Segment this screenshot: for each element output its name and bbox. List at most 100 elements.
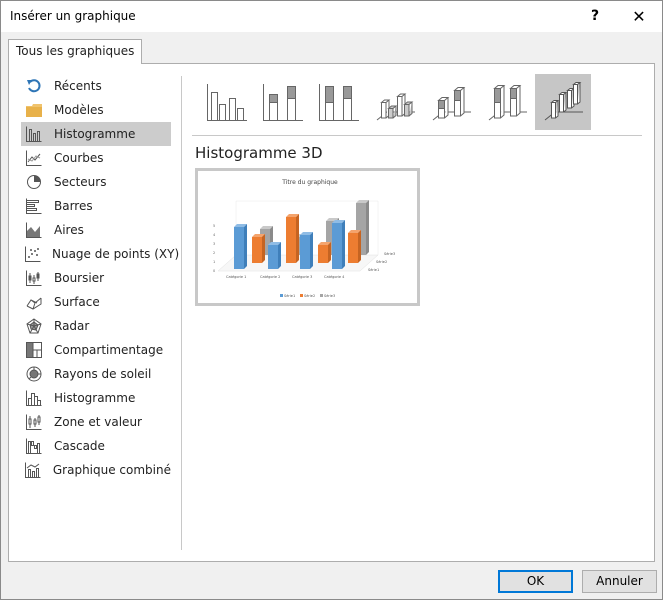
sunburst-chart-icon [25,365,43,383]
axis-tick: 5 [213,224,215,228]
title-bar: Insérer un graphique ? ✕ [1,1,662,32]
pie-chart-icon [25,173,43,191]
sidebar-item-label: Barres [54,199,93,213]
preview-title: Titre du graphique [281,179,338,186]
subtype-3d-column[interactable] [535,74,591,130]
help-button[interactable]: ? [573,1,617,32]
sidebar-item-label: Zone et valeur [54,415,142,429]
dialog-title: Insérer un graphique [10,9,136,23]
sidebar-item-waterfall[interactable]: Cascade [21,434,171,458]
area-chart-icon [25,221,43,239]
chart-panel: Récents Modèles Histogramme Courbes Sect… [8,63,655,562]
tab-all-charts[interactable]: Tous les graphiques [8,39,143,64]
legend-entry: Série1 [284,294,295,298]
line-chart-icon [25,149,43,167]
category-label: Catégorie 2 [260,275,280,279]
sidebar-item-label: Rayons de soleil [54,367,152,381]
100-stacked-column-icon [319,84,359,121]
scatter-chart-icon [25,245,41,263]
sidebar-item-label: Histogramme [54,391,136,405]
close-icon: ✕ [632,7,646,26]
sidebar-item-box-whisker[interactable]: Zone et valeur [21,410,171,434]
sidebar-item-recent[interactable]: Récents [21,74,171,98]
waterfall-chart-icon [25,437,43,455]
sidebar-item-label: Courbes [54,151,104,165]
stacked-column-icon [263,84,303,121]
preview-legend: Série1 Série2 Série3 [280,294,335,298]
sidebar-item-combo[interactable]: Graphique combiné [21,458,171,482]
cancel-button[interactable]: Annuler [582,570,657,593]
sidebar-item-label: Secteurs [54,175,107,189]
depth-axis-label: Série2 [376,260,387,264]
sidebar-item-area[interactable]: Aires [21,218,171,242]
subtype-stacked-column[interactable] [255,74,311,130]
subtype-100-stacked-column[interactable] [311,74,367,130]
sidebar-item-label: Boursier [54,271,105,285]
sidebar-item-label: Histogramme [54,127,136,141]
sidebar-item-label: Modèles [54,103,104,117]
chart-subtype-gallery [199,74,591,130]
sidebar-item-pie[interactable]: Secteurs [21,170,171,194]
help-icon: ? [590,8,600,24]
box-whisker-chart-icon [25,413,43,431]
3d-column-icon [544,82,583,121]
subtype-clustered-column[interactable] [199,74,255,130]
depth-axis-label: Série3 [384,252,395,256]
sidebar-item-label: Cascade [54,439,105,453]
sidebar-item-bar[interactable]: Barres [21,194,171,218]
depth-axis-label: Série1 [368,268,379,272]
sidebar-item-label: Surface [54,295,100,309]
treemap-chart-icon [25,341,43,359]
axis-tick: 3 [213,242,215,246]
sidebar-item-label: Aires [54,223,84,237]
category-label: Catégorie 1 [226,275,246,279]
panel-divider [181,76,182,550]
legend-entry: Série2 [304,294,315,298]
sidebar-item-label: Radar [54,319,90,333]
sidebar-item-label: Compartimentage [54,343,164,357]
clustered-column-icon [207,84,247,121]
column-chart-icon [25,125,43,143]
folder-icon [25,101,43,119]
sidebar-item-label: Récents [54,79,102,93]
sidebar-item-stock[interactable]: Boursier [21,266,171,290]
3d-stacked-column-icon [432,87,471,121]
sidebar-item-scatter[interactable]: Nuage de points (XY) [21,242,179,266]
sidebar-item-histogram[interactable]: Histogramme [21,386,171,410]
section-title: Histogramme 3D [195,144,323,162]
sidebar-item-label: Graphique combiné [52,463,171,477]
ok-button[interactable]: OK [498,570,573,593]
legend-entry: Série3 [324,294,335,298]
sidebar-item-sunburst[interactable]: Rayons de soleil [21,362,171,386]
sidebar-item-column[interactable]: Histogramme [21,122,171,146]
chart-preview[interactable]: Titre du graphique 0 1 2 3 4 5 Catégorie… [195,168,420,306]
category-label: Catégorie 3 [292,275,312,279]
gallery-separator [192,135,642,136]
stock-chart-icon [25,269,43,287]
axis-tick: 2 [213,251,215,255]
subtype-3d-100-stacked-column[interactable] [479,74,535,130]
chart-type-list: Récents Modèles Histogramme Courbes Sect… [21,74,179,482]
subtype-3d-stacked-column[interactable] [423,74,479,130]
category-label: Catégorie 4 [324,275,345,279]
surface-chart-icon [25,293,43,311]
undo-arrow-icon [25,77,43,95]
tab-strip: Tous les graphiques [1,37,662,64]
sidebar-item-label: Nuage de points (XY) [52,247,180,261]
bar-chart-icon [25,197,43,215]
preview-chart: Titre du graphique 0 1 2 3 4 5 Catégorie… [198,171,417,303]
combo-chart-icon [25,461,42,479]
sidebar-item-treemap[interactable]: Compartimentage [21,338,171,362]
3d-clustered-column-icon [376,93,415,121]
3d-100-stacked-column-icon [488,85,527,121]
sidebar-item-radar[interactable]: Radar [21,314,171,338]
sidebar-item-line[interactable]: Courbes [21,146,171,170]
sidebar-item-surface[interactable]: Surface [21,290,171,314]
dialog-footer: OK Annuler [1,564,662,599]
axis-tick: 1 [213,260,215,264]
insert-chart-dialog: Insérer un graphique ? ✕ Tous les graphi… [0,0,663,600]
histogram-chart-icon [25,389,43,407]
sidebar-item-templates[interactable]: Modèles [21,98,171,122]
close-button[interactable]: ✕ [617,1,661,32]
subtype-3d-clustered-column[interactable] [367,74,423,130]
